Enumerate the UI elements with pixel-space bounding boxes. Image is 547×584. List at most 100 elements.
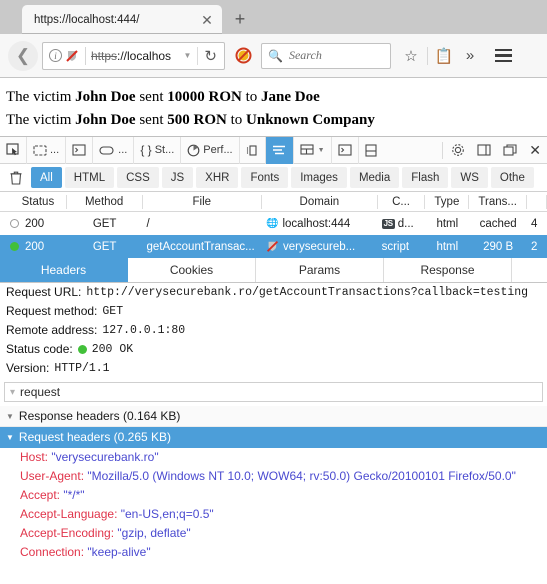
inspector-picker[interactable]	[0, 136, 27, 164]
filter-chip-all[interactable]: All	[31, 167, 62, 188]
tab-headers[interactable]: Headers	[0, 258, 128, 282]
filter-chip-images[interactable]: Images	[291, 167, 347, 188]
column-header-file[interactable]: File	[143, 194, 263, 209]
tool-console[interactable]	[66, 136, 94, 164]
tool-style-editor[interactable]: { } St...	[134, 136, 182, 164]
tool-memory[interactable]	[240, 136, 266, 164]
column-header-method[interactable]: Method	[67, 194, 143, 209]
tool-network[interactable]	[265, 136, 294, 164]
search-bar[interactable]: 🔍 Search	[261, 42, 391, 69]
header-row[interactable]: Host: "verysecurebank.ro"	[0, 448, 547, 467]
line1-to: to	[241, 89, 262, 105]
detail-tab-bar: Headers Cookies Params Response	[0, 258, 547, 283]
caret-down-icon[interactable]: ▼	[6, 412, 14, 421]
url-bar[interactable]: i https://localhos ▼ ↻	[42, 41, 225, 70]
header-name: User-Agent:	[20, 469, 85, 483]
row-size: 4	[531, 217, 538, 230]
remote-address-value: 127.0.0.1:80	[102, 324, 186, 337]
trash-icon[interactable]	[4, 167, 28, 189]
close-icon[interactable]: ✕	[198, 11, 216, 29]
section-response-headers[interactable]: ▼ Response headers (0.164 KB)	[0, 406, 547, 427]
column-header-cause[interactable]: C...	[378, 194, 426, 209]
table-row[interactable]: 200 GET getAccountTransac... verysecureb…	[0, 235, 547, 258]
column-header-transferred[interactable]: Trans...	[469, 194, 528, 209]
section-request-headers[interactable]: ▼ Request headers (0.265 KB)	[0, 427, 547, 448]
filter-chip-xhr[interactable]: XHR	[196, 167, 239, 188]
filter-chip-html[interactable]: HTML	[64, 167, 115, 188]
tool-dom[interactable]	[332, 136, 359, 164]
info-icon[interactable]: i	[49, 49, 62, 62]
column-header-domain[interactable]: Domain	[262, 194, 378, 209]
header-row[interactable]: Accept: "*/*"	[0, 486, 547, 505]
url-protocol: https	[91, 48, 118, 63]
reload-icon[interactable]: ↻	[197, 46, 220, 65]
browser-tab[interactable]: https://localhost:444/ ✕	[22, 5, 222, 34]
filter-chip-fonts[interactable]: Fonts	[241, 167, 289, 188]
tool-storage[interactable]: ▼	[294, 136, 332, 164]
row-cause: JS d...	[378, 218, 426, 230]
network-filter-bar: All HTML CSS JS XHR Fonts Images Media F…	[0, 164, 547, 192]
star-icon[interactable]: ☆	[399, 42, 423, 70]
column-header-type[interactable]: Type	[425, 194, 470, 209]
filter-chip-ws[interactable]: WS	[451, 167, 488, 188]
column-header-status[interactable]: Status	[0, 194, 67, 209]
column-header-size[interactable]	[527, 194, 547, 209]
network-table-header: Status Method File Domain C... Type Tran…	[0, 192, 547, 212]
identity-box[interactable]: i	[47, 49, 83, 63]
filter-chip-flash[interactable]: Flash	[402, 167, 449, 188]
hamburger-menu-icon[interactable]	[490, 42, 516, 70]
row-type: html	[436, 217, 459, 230]
tab-response[interactable]: Response	[384, 258, 512, 282]
plus-icon[interactable]: +	[226, 5, 254, 34]
line2-recipient: Unknown Company	[246, 111, 375, 128]
remote-address-label: Remote address:	[6, 323, 98, 337]
line1-recipient: Jane Doe	[261, 89, 320, 105]
double-chevron-icon[interactable]: »	[458, 42, 482, 70]
filter-chip-css[interactable]: CSS	[117, 167, 159, 188]
tool-inspector-label: ...	[50, 144, 60, 156]
filter-chip-media[interactable]: Media	[349, 167, 400, 188]
tool-performance-label: Perf...	[203, 144, 233, 156]
tool-debugger[interactable]: ...	[93, 136, 135, 164]
header-row[interactable]: User-Agent: "Mozilla/5.0 (Windows NT 10.…	[0, 467, 547, 486]
search-placeholder: Search	[288, 48, 322, 62]
tool-responsive[interactable]	[359, 137, 383, 164]
braces-icon: { }	[140, 143, 152, 157]
filter-chip-js[interactable]: JS	[161, 167, 194, 188]
headers-filter-input[interactable]: ▾ request	[4, 382, 543, 402]
tool-inspector[interactable]: ...	[27, 136, 67, 164]
tab-cookies[interactable]: Cookies	[128, 258, 256, 282]
chevron-down-icon[interactable]: ▼	[318, 147, 325, 154]
headers-filter-value: request	[20, 385, 61, 399]
browser-tab-bar: https://localhost:444/ ✕ +	[0, 0, 547, 34]
dock-side-icon[interactable]	[471, 137, 497, 164]
tool-performance[interactable]: Perf...	[181, 136, 240, 164]
close-icon[interactable]: ✕	[523, 137, 547, 164]
header-row[interactable]: Accept-Encoding: "gzip, deflate"	[0, 524, 547, 543]
dock-window-icon[interactable]	[497, 137, 523, 164]
blocked-content-icon[interactable]	[231, 47, 255, 64]
status-dot-icon	[77, 345, 87, 354]
row-status-code: 200	[25, 240, 45, 253]
version-value: HTTP/1.1	[54, 362, 110, 375]
back-arrow-icon[interactable]: ❮	[8, 40, 38, 71]
row-file: getAccountTransac...	[146, 240, 255, 253]
status-dot-icon	[10, 219, 19, 228]
shield-slashed-icon[interactable]	[65, 49, 79, 63]
insecure-shield-icon	[266, 240, 279, 254]
line2-prefix: The victim	[6, 111, 76, 128]
tab-params[interactable]: Params	[256, 258, 384, 282]
header-row[interactable]: Connection: "keep-alive"	[0, 543, 547, 562]
table-row[interactable]: 200 GET / 🌐 localhost:444 JS d... html c…	[0, 212, 547, 235]
chevron-down-icon[interactable]: ▼	[180, 51, 196, 60]
nav-divider	[427, 46, 428, 65]
library-icon[interactable]: 📋	[432, 42, 456, 70]
header-value: "keep-alive"	[87, 545, 151, 559]
header-value: "gzip, deflate"	[117, 526, 191, 540]
row-transferred: 290 B	[483, 240, 514, 253]
header-row[interactable]: Accept-Language: "en-US,en;q=0.5"	[0, 505, 547, 524]
gear-icon[interactable]	[445, 137, 471, 164]
caret-down-icon[interactable]: ▼	[6, 433, 14, 442]
filter-chip-other[interactable]: Othe	[490, 167, 534, 188]
line2-amount: 500 RON	[167, 111, 227, 128]
